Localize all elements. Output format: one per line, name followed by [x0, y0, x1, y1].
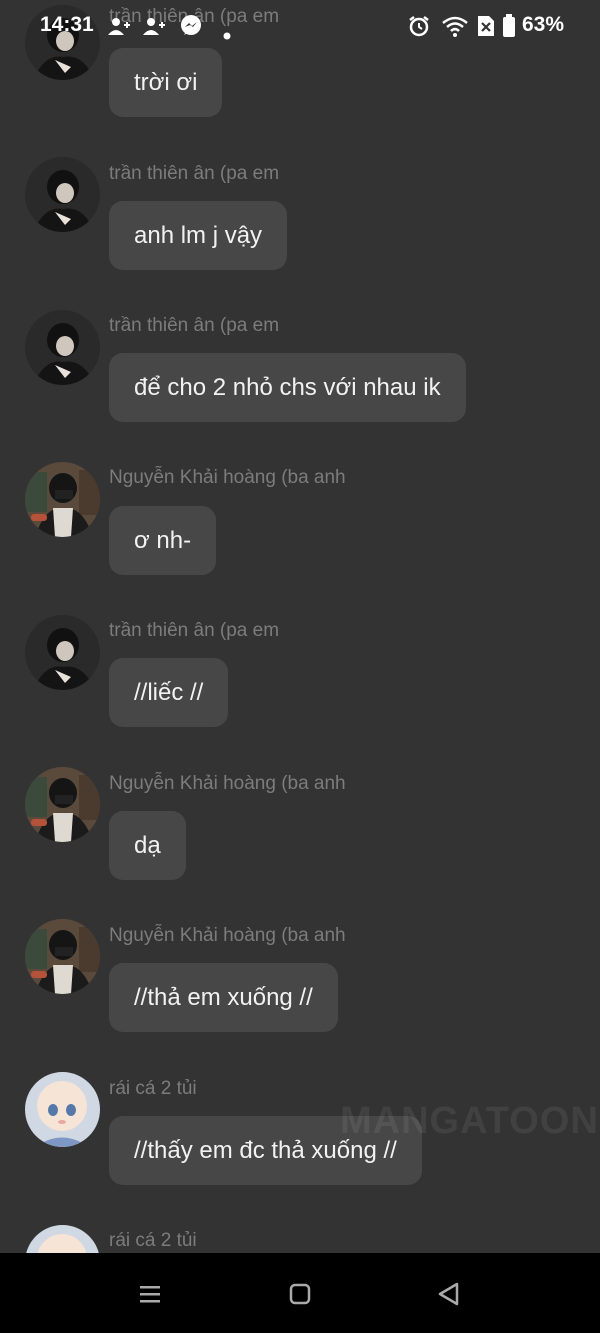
message-bubble[interactable]: //liếc //	[109, 658, 229, 727]
avatar[interactable]	[25, 310, 100, 385]
chat-screen: trần thiên ân (pa em trời ơi trần thiên …	[0, 0, 600, 1333]
message-bubble[interactable]: dạ	[109, 811, 186, 880]
sender-name: trần thiên ân (pa em	[109, 620, 280, 641]
message-bubble[interactable]: //thả em xuống //	[109, 963, 338, 1032]
sender-name: rái cá 2 tủi	[109, 1230, 197, 1251]
message-bubble[interactable]: anh lm j vậy	[109, 201, 288, 270]
message-item: trần thiên ân (pa em //liếc //	[0, 615, 600, 767]
message-bubble[interactable]: ơ nh-	[109, 506, 217, 575]
message-bubble[interactable]: trời ơi	[109, 48, 223, 117]
message-item: Nguyễn Khải hoàng (ba anh dạ	[0, 767, 600, 919]
no-sim-icon	[476, 14, 496, 44]
sender-name: Nguyễn Khải hoàng (ba anh	[109, 925, 346, 946]
alarm-icon	[407, 14, 431, 44]
message-item: rái cá 2 tủi	[0, 1225, 600, 1253]
navigation-bar	[0, 1253, 600, 1333]
avatar[interactable]	[25, 767, 100, 842]
watermark: MANGATOON	[340, 1100, 599, 1142]
sender-name: trần thiên ân (pa em	[109, 315, 280, 336]
contact-add-icon	[107, 14, 131, 44]
sender-name: Nguyễn Khải hoàng (ba anh	[109, 773, 346, 794]
notification-dot-icon	[223, 22, 231, 46]
message-item: Nguyễn Khải hoàng (ba anh //thả em xuống…	[0, 919, 600, 1071]
message-item: trần thiên ân (pa em anh lm j vậy	[0, 157, 600, 309]
message-item: rái cá 2 tủi //thấy em đc thả xuống //	[0, 1072, 600, 1224]
avatar[interactable]	[25, 462, 100, 537]
avatar[interactable]	[25, 1072, 100, 1147]
message-bubble[interactable]: để cho 2 nhỏ chs với nhau ik	[109, 353, 466, 422]
back-icon[interactable]	[434, 1279, 464, 1309]
avatar[interactable]	[25, 919, 100, 994]
recents-icon[interactable]	[135, 1279, 165, 1309]
message-item: trần thiên ân (pa em để cho 2 nhỏ chs vớ…	[0, 310, 600, 462]
sender-name: rái cá 2 tủi	[109, 1078, 197, 1099]
home-icon[interactable]	[285, 1279, 315, 1309]
sender-name: trần thiên ân (pa em	[109, 163, 280, 184]
clock: 14:31	[40, 13, 94, 36]
status-bar: 14:31 63%	[0, 0, 600, 52]
avatar[interactable]	[25, 1225, 100, 1253]
messenger-icon	[179, 14, 203, 44]
avatar[interactable]	[25, 615, 100, 690]
wifi-icon	[441, 14, 469, 44]
battery-percentage: 63%	[522, 13, 565, 36]
sender-name: Nguyễn Khải hoàng (ba anh	[109, 467, 346, 488]
battery-icon	[502, 14, 516, 44]
contact-add-icon	[142, 14, 166, 44]
avatar[interactable]	[25, 157, 100, 232]
message-list[interactable]: trần thiên ân (pa em trời ơi trần thiên …	[0, 0, 600, 1253]
message-item: Nguyễn Khải hoàng (ba anh ơ nh-	[0, 462, 600, 614]
